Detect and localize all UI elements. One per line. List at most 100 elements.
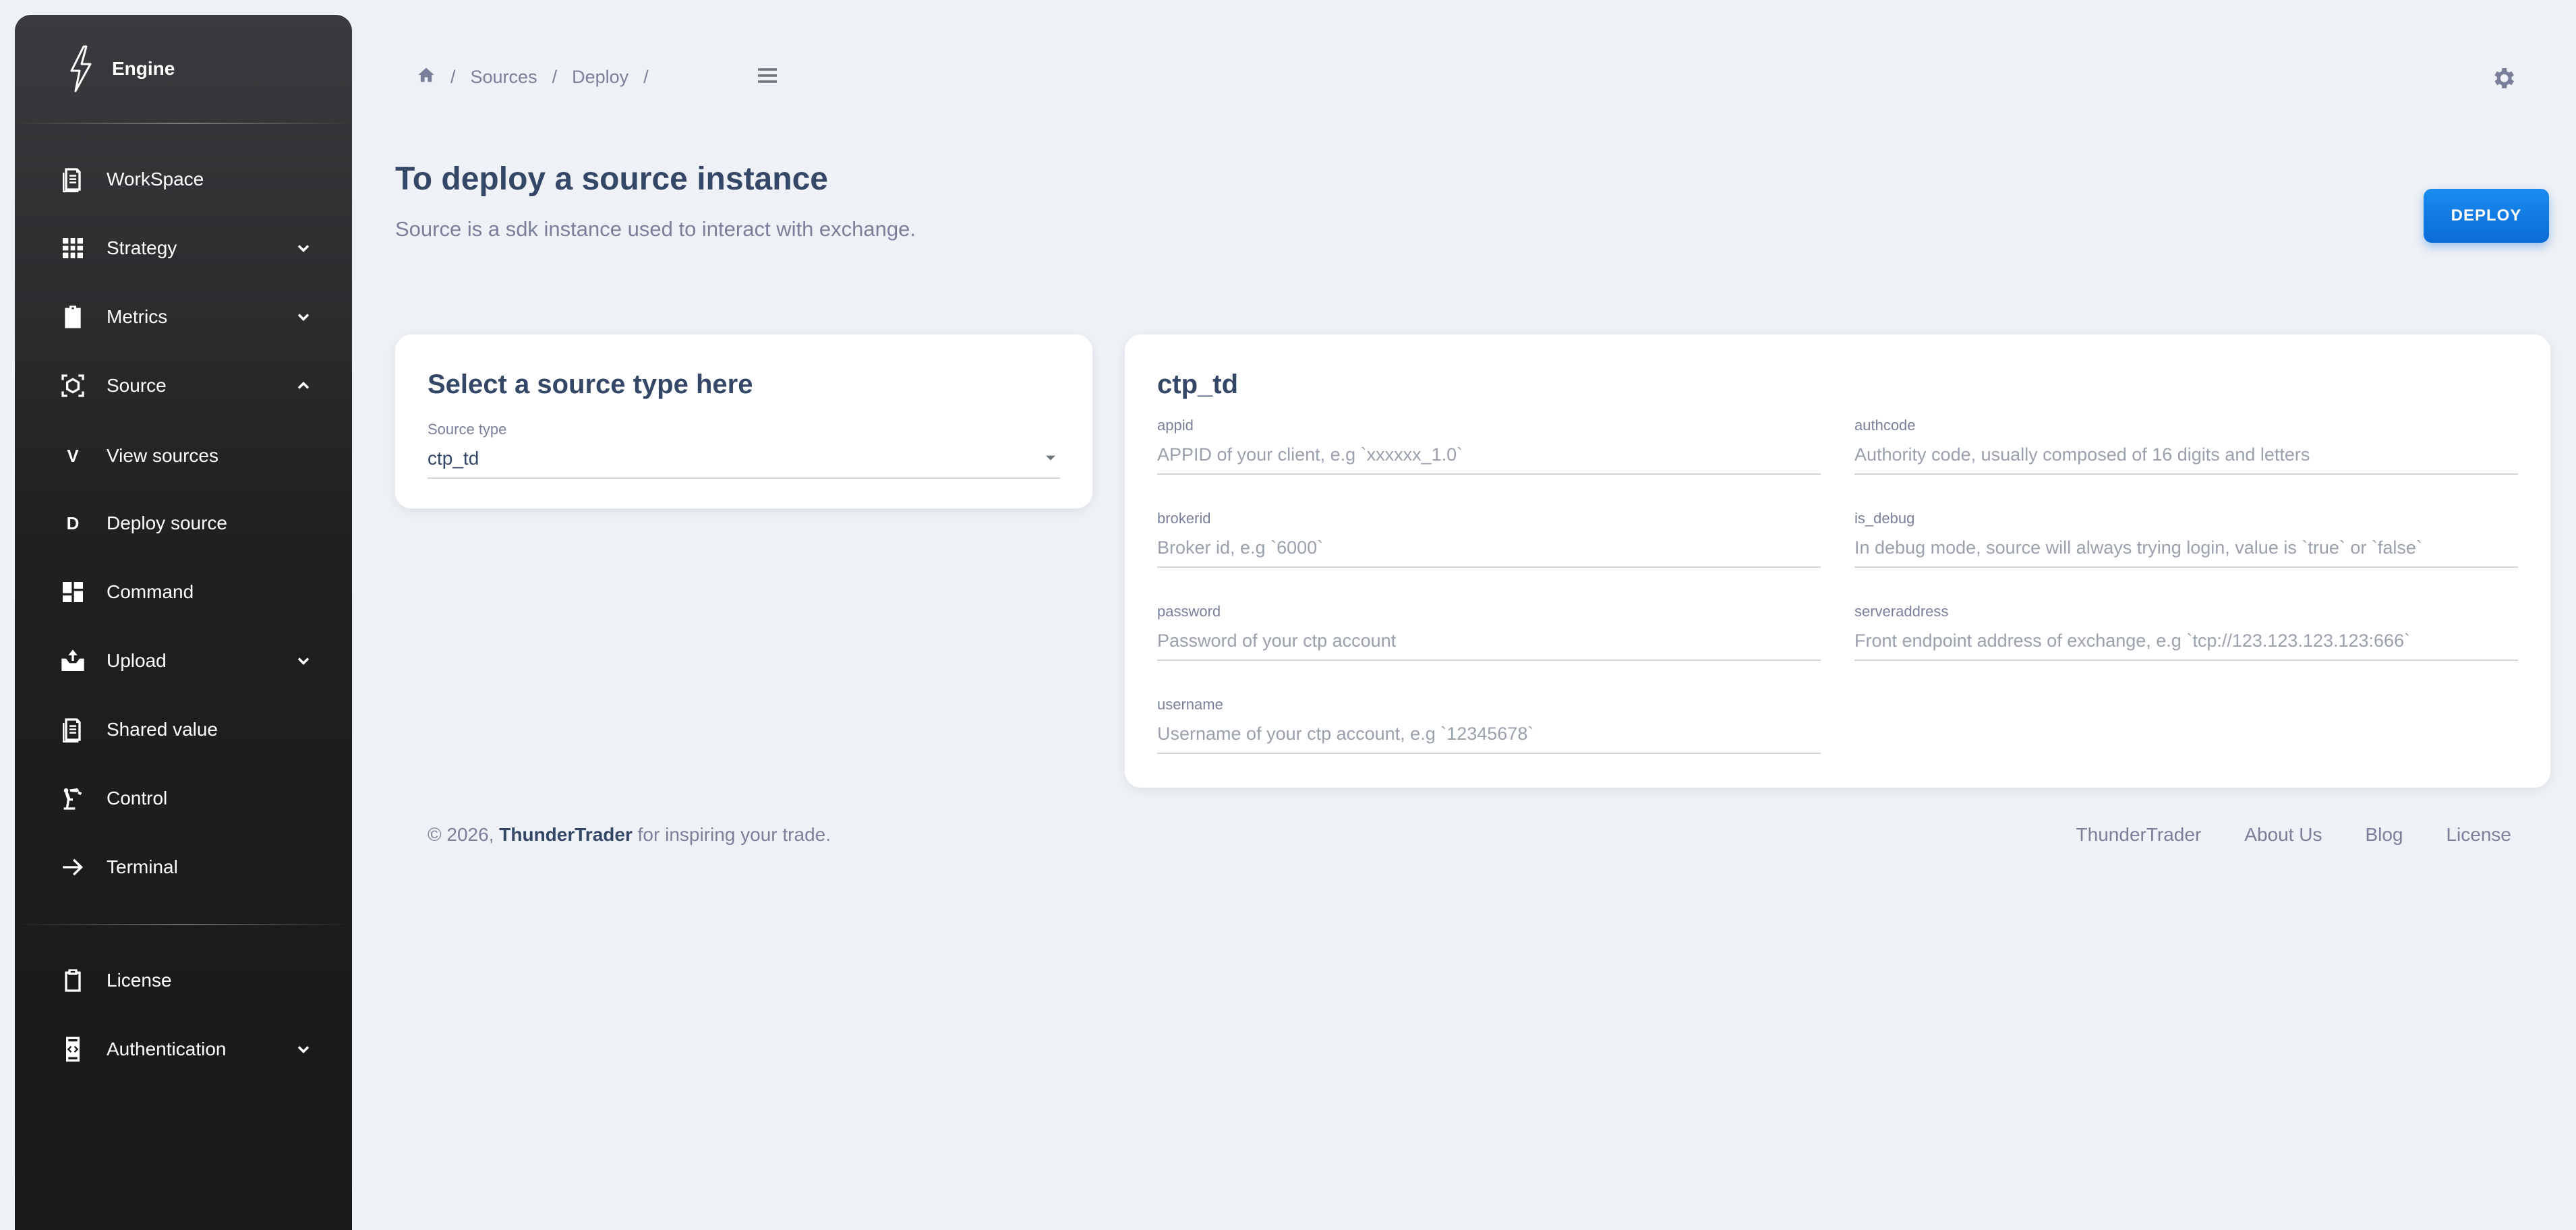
field-label: password (1157, 603, 1221, 620)
sidebar-item-letter: V (67, 445, 79, 466)
sidebar-item-label: Strategy (107, 237, 177, 258)
copyright-suffix: for inspiring your trade. (632, 824, 831, 845)
brokerid-field: brokerid (1157, 510, 1821, 568)
breadcrumb-separator: / (450, 66, 456, 87)
sidebar-item-label: Deploy source (107, 512, 227, 533)
breadcrumb-item-deploy[interactable]: Deploy (572, 67, 628, 88)
brand[interactable]: Engine (15, 15, 352, 123)
is-debug-field: is_debug (1854, 510, 2518, 568)
footer-copyright: © 2026, ThunderTrader for inspiring your… (428, 824, 831, 846)
page-title: To deploy a source instance (395, 161, 828, 197)
footer-link-thundertrader[interactable]: ThunderTrader (2076, 824, 2202, 846)
chevron-down-icon (294, 308, 313, 326)
breadcrumb: / Sources / Deploy / (417, 63, 664, 90)
sidebar-divider (15, 924, 352, 925)
robot-arm-icon (57, 782, 89, 815)
username-input[interactable] (1157, 715, 1821, 754)
receipt-icon (57, 163, 89, 196)
footer-links: ThunderTrader About Us Blog License (2076, 824, 2511, 846)
source-type-dropdown[interactable]: ctp_td (428, 440, 1060, 479)
view-in-ar-icon (57, 370, 89, 402)
field-label: Source type (428, 421, 507, 438)
field-label: authcode (1854, 417, 1916, 434)
breadcrumb-separator: / (552, 66, 558, 87)
caret-down-icon (1041, 448, 1060, 470)
sidebar-item-label: WorkSpace (107, 169, 204, 189)
authcode-input[interactable] (1854, 436, 2518, 475)
field-label: is_debug (1854, 510, 1915, 527)
sidebar-item-label: Control (107, 788, 168, 809)
sidebar-item-command[interactable]: Command (57, 565, 326, 619)
copyright-prefix: © 2026, (428, 824, 500, 845)
receipt-icon (57, 713, 89, 746)
sidebar-item-label: Authentication (107, 1038, 227, 1059)
sidebar-divider (15, 123, 352, 124)
sidebar-item-source[interactable]: Source (57, 359, 326, 413)
password-field: password (1157, 603, 1821, 661)
sidebar-item-upload[interactable]: Upload (57, 634, 326, 688)
appid-input[interactable] (1157, 436, 1821, 475)
lightning-logo-icon (70, 45, 92, 92)
serveraddress-input[interactable] (1854, 622, 2518, 661)
brokerid-input[interactable] (1157, 529, 1821, 568)
chevron-down-icon (294, 1040, 313, 1059)
chevron-down-icon (294, 651, 313, 670)
source-config-card: ctp_td appid authcode brokerid is_debug … (1125, 334, 2550, 788)
gear-icon[interactable] (2490, 65, 2517, 92)
chevron-up-icon (294, 376, 313, 395)
deploy-button[interactable]: DEPLOY (2424, 189, 2549, 243)
sidebar-item-authentication[interactable]: Authentication (57, 1022, 326, 1076)
sidebar-item-control[interactable]: Control (57, 771, 326, 825)
copyright-brand-link[interactable]: ThunderTrader (499, 824, 633, 845)
sidebar-item-label: Command (107, 581, 194, 602)
apps-grid-icon (57, 232, 89, 264)
footer-link-blog[interactable]: Blog (2365, 824, 2403, 846)
select-value: ctp_td (428, 448, 479, 469)
sidebar-item-label: Terminal (107, 856, 178, 877)
authcode-field: authcode (1854, 417, 2518, 475)
sidebar-item-shared-value[interactable]: Shared value (57, 703, 326, 757)
sidebar-item-license[interactable]: License (57, 954, 326, 1007)
password-input[interactable] (1157, 622, 1821, 661)
sidebar-item-label: Source (107, 375, 167, 396)
field-label: brokerid (1157, 510, 1211, 527)
breadcrumb-item-sources[interactable]: Sources (471, 67, 537, 88)
clipboard-list-icon (57, 301, 89, 333)
source-type-select[interactable]: Source type ctp_td (428, 421, 1060, 479)
phone-code-icon (57, 1033, 89, 1065)
sidebar-item-label: Upload (107, 650, 167, 671)
source-type-card: Select a source type here Source type ct… (395, 334, 1092, 508)
field-label: username (1157, 696, 1223, 713)
sidebar-item-letter: D (66, 512, 80, 533)
appid-field: appid (1157, 417, 1821, 475)
sidebar-item-deploy-source[interactable]: D Deploy source (57, 496, 326, 550)
home-icon[interactable] (417, 65, 436, 89)
sidebar-item-label: View sources (107, 445, 219, 466)
chevron-down-icon (294, 239, 313, 258)
sidebar-item-view-sources[interactable]: V View sources (57, 429, 326, 483)
card-title: Select a source type here (428, 370, 753, 399)
arrow-right-icon (57, 851, 89, 883)
sidebar-item-terminal[interactable]: Terminal (57, 840, 326, 894)
field-label: serveraddress (1854, 603, 1949, 620)
sidebar-item-metrics[interactable]: Metrics (57, 290, 326, 344)
card-title: ctp_td (1157, 370, 1238, 399)
sidebar-item-strategy[interactable]: Strategy (57, 221, 326, 275)
upload-icon (57, 645, 89, 677)
serveraddress-field: serveraddress (1854, 603, 2518, 661)
breadcrumb-separator: / (643, 66, 649, 87)
field-label: appid (1157, 417, 1194, 434)
clipboard-icon (57, 964, 89, 997)
sidebar-item-label: License (107, 970, 172, 991)
sidebar-item-label: Shared value (107, 719, 218, 740)
is-debug-input[interactable] (1854, 529, 2518, 568)
footer-link-license[interactable]: License (2446, 824, 2511, 846)
sidebar-item-workspace[interactable]: WorkSpace (57, 152, 326, 206)
sidebar: Engine WorkSpace Strategy Metrics Source… (15, 15, 352, 1230)
sidebar-item-label: Metrics (107, 306, 168, 327)
hamburger-menu-icon[interactable] (754, 62, 781, 89)
dashboard-icon (57, 576, 89, 608)
username-field: username (1157, 696, 1821, 754)
footer-link-about-us[interactable]: About Us (2244, 824, 2322, 846)
page-subtitle: Source is a sdk instance used to interac… (395, 217, 916, 241)
